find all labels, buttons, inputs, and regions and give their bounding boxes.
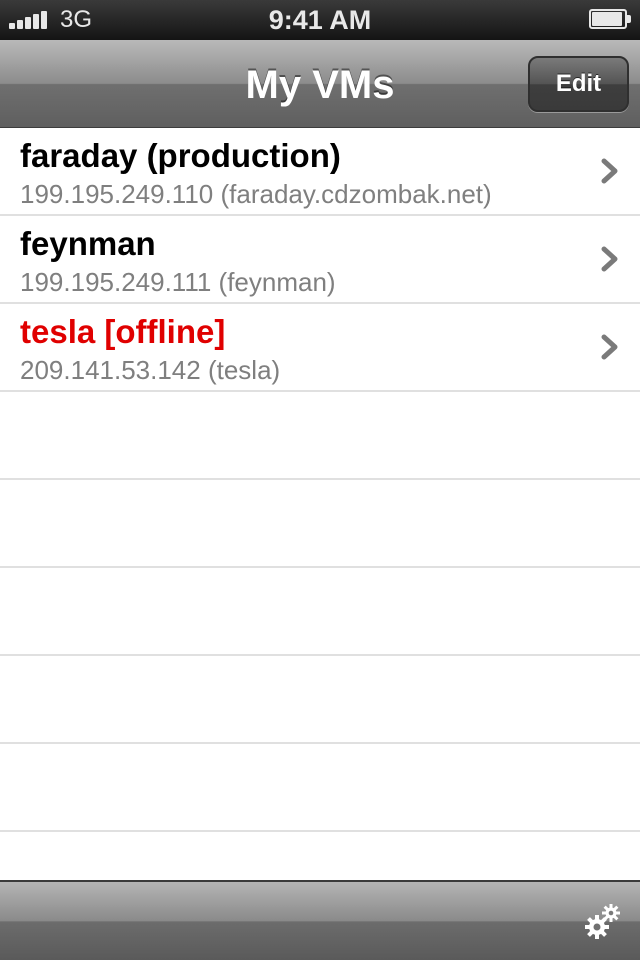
navigation-bar: My VMs Edit [0,40,640,128]
vm-name: feynman [20,225,156,262]
edit-button[interactable]: Edit [528,56,629,112]
empty-row [0,568,640,656]
empty-row [0,656,640,744]
bottom-toolbar [0,880,640,960]
gears-icon[interactable] [582,902,622,942]
empty-row [0,392,640,480]
vm-row-faraday[interactable]: faraday (production) 199.195.249.110 (fa… [0,128,640,216]
chevron-right-icon [601,246,618,272]
status-bar: 3G 9:41 AM [0,0,640,40]
vm-row-feynman[interactable]: feynman 199.195.249.111 (feynman) [0,216,640,304]
chevron-right-icon [601,158,618,184]
vm-detail: 209.141.53.142 (tesla) [20,355,281,385]
empty-row [0,480,640,568]
battery-icon [589,9,631,29]
vm-list: faraday (production) 199.195.249.110 (fa… [0,128,640,880]
empty-row [0,744,640,832]
vm-detail: 199.195.249.111 (feynman) [20,267,336,297]
empty-row [0,832,640,880]
vm-name: faraday (production) [20,137,341,174]
vm-detail: 199.195.249.110 (faraday.cdzombak.net) [20,179,492,209]
status-time: 9:41 AM [268,5,372,35]
vm-name: tesla [offline] [20,313,226,350]
vm-row-tesla[interactable]: tesla [offline] 209.141.53.142 (tesla) [0,304,640,392]
chevron-right-icon [601,334,618,360]
